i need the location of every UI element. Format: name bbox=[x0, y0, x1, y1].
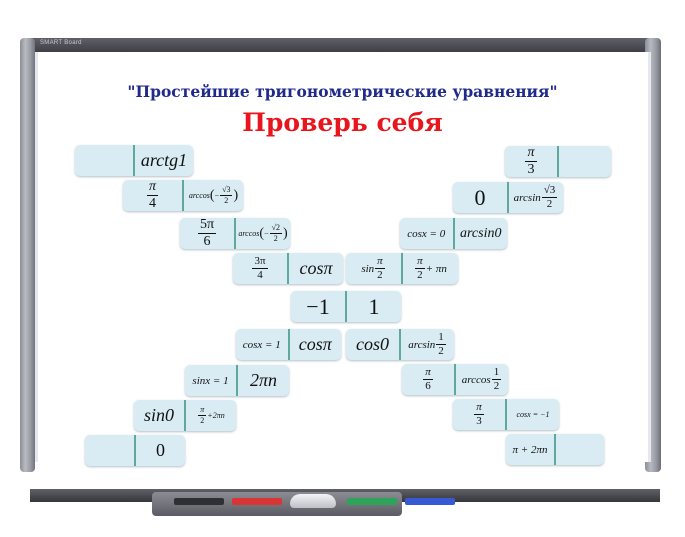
domino-right-half: 1 bbox=[368, 293, 380, 319]
domino-right-half: arccos(− √2 2) bbox=[238, 223, 288, 243]
domino-right-half bbox=[559, 146, 611, 177]
domino-card[interactable]: π3 cosx = −1 bbox=[453, 399, 559, 430]
domino-left-half bbox=[85, 435, 136, 466]
domino-right-half: cosπ bbox=[299, 258, 333, 278]
domino-card[interactable]: 0 arcsin √3 2 bbox=[453, 182, 563, 213]
domino-right-half: arcsin √3 2 bbox=[513, 184, 558, 210]
black-pen-slot[interactable] bbox=[174, 498, 224, 505]
domino-left-half: sin0 bbox=[134, 400, 186, 431]
domino-left-half: π3 bbox=[453, 399, 507, 430]
green-pen-slot[interactable] bbox=[347, 498, 397, 505]
domino-right-half: arcsin0 bbox=[460, 225, 502, 241]
domino-card[interactable]: 0 bbox=[85, 435, 185, 466]
domino-left-half: cosx = 1 bbox=[236, 329, 290, 360]
domino-left-half: π4 bbox=[123, 180, 184, 211]
whiteboard-left-frame bbox=[20, 38, 35, 472]
domino-left-half: 3π 4 bbox=[233, 253, 289, 284]
domino-right-half: cosx = −1 bbox=[516, 410, 550, 419]
domino-card[interactable]: cos0 arcsin 1 2 bbox=[346, 329, 454, 360]
domino-card[interactable]: arctg1 bbox=[75, 145, 193, 176]
domino-left-half: −1 bbox=[291, 291, 347, 322]
domino-right-half: arcsin 1 2 bbox=[408, 331, 446, 357]
domino-left-half: π3 bbox=[505, 146, 559, 177]
domino-right-half: arccos(− √3 2) bbox=[188, 185, 239, 205]
domino-left-half bbox=[75, 145, 135, 176]
domino-right-half: arctg1 bbox=[140, 150, 188, 170]
domino-card[interactable]: π4 arccos(− √3 2) bbox=[123, 180, 243, 211]
domino-left-half: 5π 6 bbox=[180, 218, 236, 249]
domino-left-half: cosx = 0 bbox=[400, 218, 455, 249]
domino-card[interactable]: π + 2πn bbox=[506, 434, 604, 465]
domino-left-half: 0 bbox=[453, 182, 509, 213]
whiteboard-top-frame bbox=[30, 38, 655, 52]
domino-right-half: 2πn bbox=[249, 370, 278, 390]
domino-card[interactable]: π6 arccos 1 2 bbox=[402, 364, 508, 395]
domino-left-half: cos0 bbox=[346, 329, 401, 360]
red-pen-slot[interactable] bbox=[232, 498, 282, 505]
domino-right-half: π 2 +2πn bbox=[198, 405, 225, 425]
pen-tray bbox=[152, 492, 455, 516]
blue-pen-slot[interactable] bbox=[405, 498, 455, 505]
domino-card[interactable]: −1 1 bbox=[291, 291, 401, 322]
domino-left-half: sin π 2 bbox=[346, 253, 403, 284]
eraser[interactable] bbox=[290, 494, 336, 508]
domino-card[interactable]: sin0 π 2 +2πn bbox=[134, 400, 236, 431]
domino-right-half: π 2 + πn bbox=[415, 255, 447, 281]
domino-card[interactable]: sinx = 1 2πn bbox=[185, 365, 289, 396]
domino-card[interactable]: cosx = 0 arcsin0 bbox=[400, 218, 507, 249]
domino-left-half: sinx = 1 bbox=[185, 365, 238, 396]
domino-left-half: π6 bbox=[402, 364, 456, 395]
domino-right-half bbox=[556, 434, 604, 465]
domino-right-half: 0 bbox=[156, 440, 165, 460]
domino-right-half: cosπ bbox=[298, 334, 332, 354]
domino-card[interactable]: sin π 2 π 2 + πn bbox=[346, 253, 458, 284]
lesson-subtitle: "Простейшие тригонометрические уравнения… bbox=[127, 82, 558, 101]
whiteboard-logo: SMART Board bbox=[40, 40, 82, 46]
domino-card[interactable]: 3π 4 cosπ bbox=[233, 253, 343, 284]
domino-card[interactable]: π3 bbox=[505, 146, 611, 177]
whiteboard-bottom-area bbox=[35, 462, 645, 489]
domino-left-half: π + 2πn bbox=[506, 434, 556, 465]
domino-right-half: arccos 1 2 bbox=[461, 366, 502, 392]
domino-card[interactable]: 5π 6 arccos(− √2 2) bbox=[180, 218, 290, 249]
domino-card[interactable]: cosx = 1 cosπ bbox=[236, 329, 341, 360]
page-title: Проверь себя bbox=[242, 108, 443, 137]
